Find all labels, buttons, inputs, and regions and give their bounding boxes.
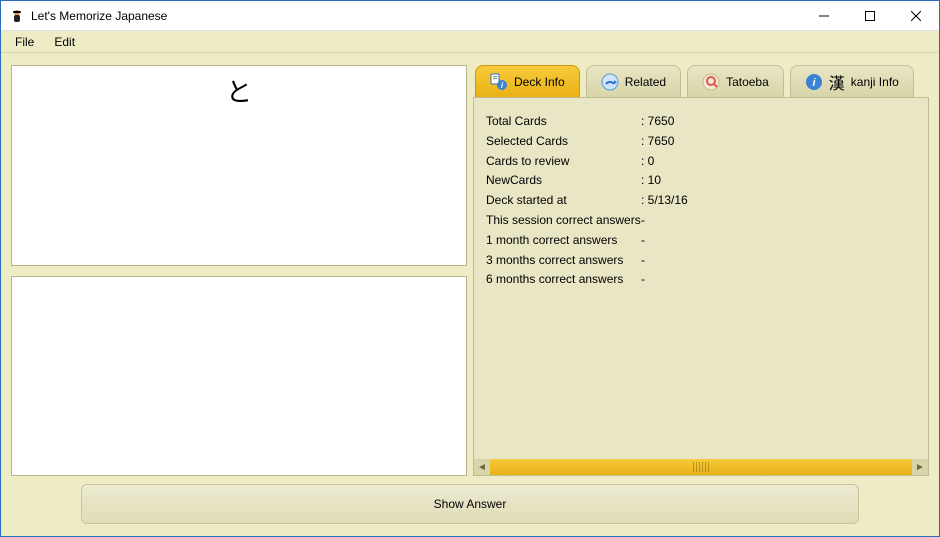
minimize-button[interactable] [801,1,847,30]
tab-related[interactable]: Related [586,65,681,97]
deck-info-label: 6 months correct answers [486,270,641,290]
deck-info-label: This session correct answers [486,211,641,231]
scroll-left-arrow[interactable]: ◄ [474,459,490,475]
scroll-right-arrow[interactable]: ► [912,459,928,475]
tatoeba-icon [702,73,720,91]
deck-info-list: Total Cards: 7650Selected Cards: 7650Car… [474,98,928,459]
tab-panel-deck-info: Total Cards: 7650Selected Cards: 7650Car… [473,97,929,476]
window-title: Let's Memorize Japanese [31,9,167,23]
titlebar: Let's Memorize Japanese [1,1,939,31]
window-controls [801,1,939,30]
deck-info-value: : 0 [641,152,920,172]
deck-info-value: - [641,251,920,271]
deck-info-row: NewCards: 10 [486,171,920,191]
app-icon [9,8,25,24]
deck-info-row: 6 months correct answers - [486,270,920,290]
deck-info-row: 3 months correct answers - [486,251,920,271]
deck-info-label: Cards to review [486,152,641,172]
deck-info-row: Cards to review: 0 [486,152,920,172]
horizontal-scrollbar[interactable]: ◄ ► [474,459,928,475]
client-area: と i [1,53,939,536]
deck-info-label: Total Cards [486,112,641,132]
deck-info-value: - [641,231,920,251]
deck-info-value: - [641,211,920,231]
tab-label: Related [625,75,666,89]
deck-info-value: : 10 [641,171,920,191]
deck-info-label: Selected Cards [486,132,641,152]
show-answer-label: Show Answer [434,497,507,511]
tab-label: Deck Info [514,75,565,89]
related-icon [601,73,619,91]
deck-info-value: : 7650 [641,112,920,132]
deck-info-label: 3 months correct answers [486,251,641,271]
deck-info-value: : 7650 [641,132,920,152]
card-front: と [11,65,467,266]
deck-info-label: NewCards [486,171,641,191]
tabs: i Deck Info Related [473,65,929,97]
card-back [11,276,467,477]
show-answer-button[interactable]: Show Answer [81,484,859,524]
footer: Show Answer [1,482,939,536]
menu-edit[interactable]: Edit [46,33,83,51]
info-panel: i Deck Info Related [473,65,929,476]
deck-info-row: 1 month correct answers - [486,231,920,251]
deck-info-label: Deck started at [486,191,641,211]
info-icon: i [490,73,508,91]
deck-info-row: Total Cards: 7650 [486,112,920,132]
menu-file[interactable]: File [7,33,42,51]
menubar: File Edit [1,31,939,53]
flashcard-panel: と [11,65,467,476]
scroll-track[interactable] [490,459,912,475]
maximize-button[interactable] [847,1,893,30]
deck-info-row: Selected Cards: 7650 [486,132,920,152]
tab-kanji-info[interactable]: i 漢 kanji Info [790,65,914,97]
tab-deck-info[interactable]: i Deck Info [475,65,580,97]
app-window: Let's Memorize Japanese File Edit と [0,0,940,537]
deck-info-value: - [641,270,920,290]
card-front-text: と [12,72,466,109]
deck-info-label: 1 month correct answers [486,231,641,251]
close-button[interactable] [893,1,939,30]
tab-tatoeba[interactable]: Tatoeba [687,65,784,97]
tab-label: Tatoeba [726,75,769,89]
deck-info-row: Deck started at: 5/13/16 [486,191,920,211]
deck-info-row: This session correct answers - [486,211,920,231]
kanji-glyph-icon: 漢 [829,70,845,94]
deck-info-value: : 5/13/16 [641,191,920,211]
tab-label: kanji Info [851,75,899,89]
scroll-grip-icon [693,462,709,472]
info-icon: i [805,73,823,91]
content-split: と i [1,53,939,482]
